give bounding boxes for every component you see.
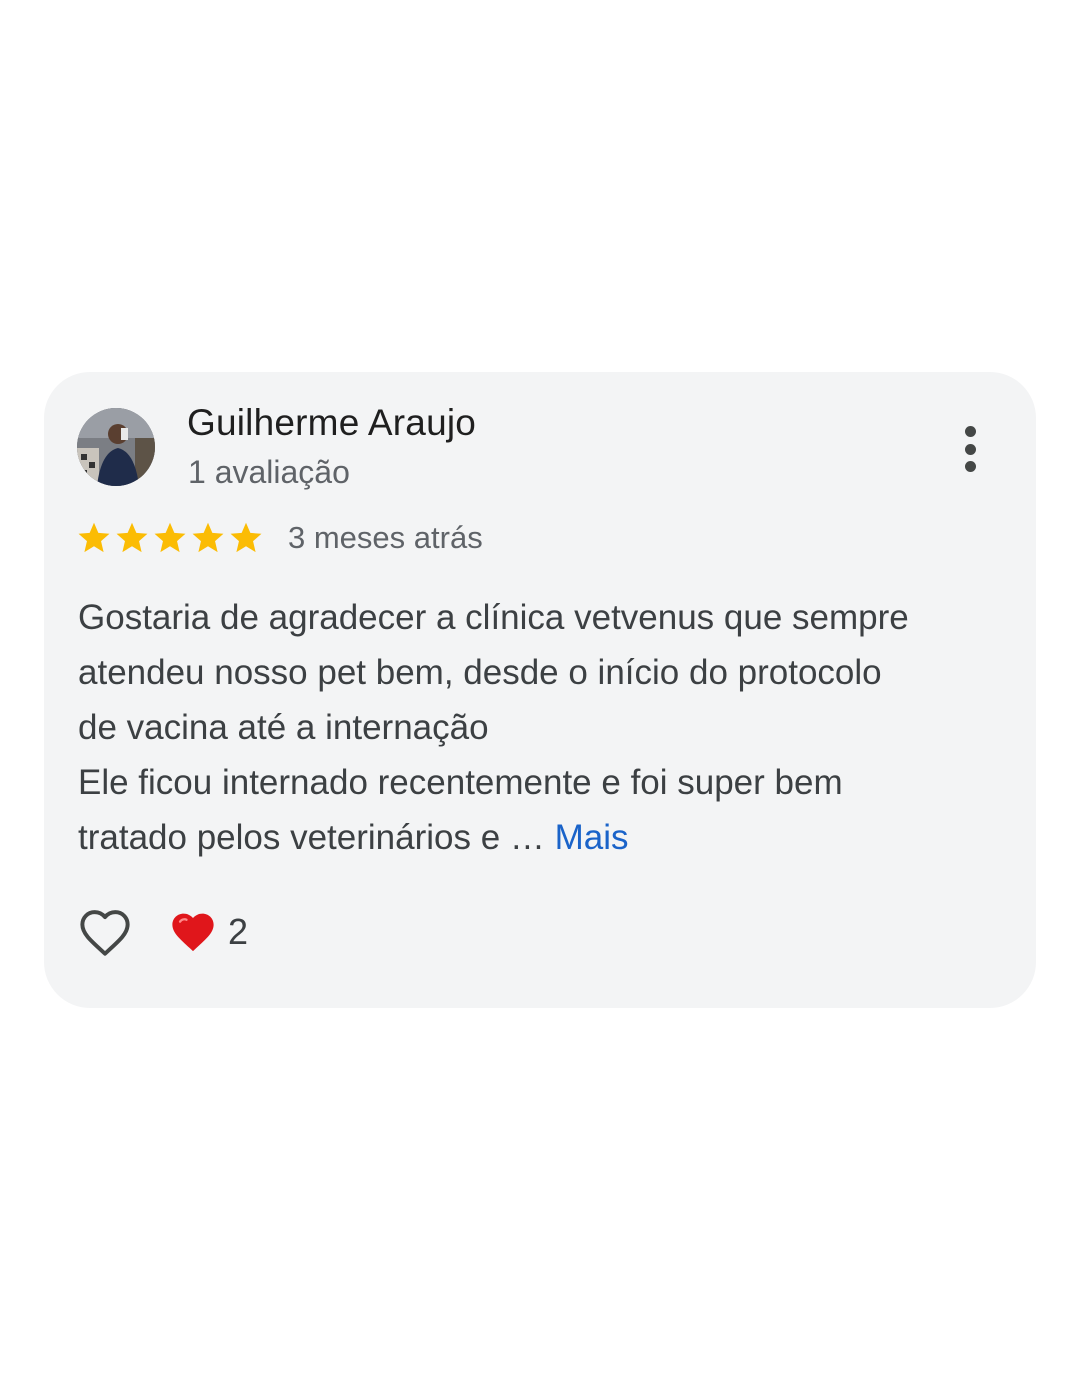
more-vert-icon xyxy=(964,426,976,437)
more-vert-icon xyxy=(964,461,976,472)
review-text-truncated: tratado pelos veterinários e … xyxy=(78,818,555,857)
reviewer-name[interactable]: Guilherme Araujo xyxy=(187,402,476,444)
red-heart-icon xyxy=(172,913,214,952)
heart-outline-icon xyxy=(80,910,130,956)
star-icon xyxy=(154,522,186,553)
star-icon xyxy=(78,522,110,553)
review-date: 3 meses atrás xyxy=(288,520,483,555)
review-card: Guilherme Araujo 1 avaliação 3 meses atr… xyxy=(44,372,1036,1008)
star-icon xyxy=(192,522,224,553)
review-text-line: Gostaria de agradecer a clínica vetvenus… xyxy=(78,598,909,637)
avatar[interactable] xyxy=(77,408,155,486)
rating-row: 3 meses atrás xyxy=(76,518,483,558)
star-icon xyxy=(116,522,148,553)
review-text: Gostaria de agradecer a clínica vetvenus… xyxy=(78,590,998,865)
like-button[interactable] xyxy=(76,904,134,960)
more-link[interactable]: Mais xyxy=(555,818,629,857)
review-text-line: Ele ficou internado recentemente e foi s… xyxy=(78,763,843,802)
avatar-photo xyxy=(77,408,155,486)
reviewer-review-count: 1 avaliação xyxy=(188,454,350,490)
more-options-button[interactable] xyxy=(950,422,990,476)
more-vert-icon xyxy=(964,443,976,455)
review-text-last-line: tratado pelos veterinários e … Mais xyxy=(78,810,998,865)
review-actions: 2 xyxy=(76,904,248,960)
review-text-line: de vacina até a internação xyxy=(78,708,489,747)
review-text-line: atendeu nosso pet bem, desde o início do… xyxy=(78,653,882,692)
reaction-count: 2 xyxy=(228,911,249,952)
star-icon xyxy=(230,522,262,553)
star-rating xyxy=(76,520,266,556)
reaction-summary[interactable]: 2 xyxy=(170,911,248,953)
